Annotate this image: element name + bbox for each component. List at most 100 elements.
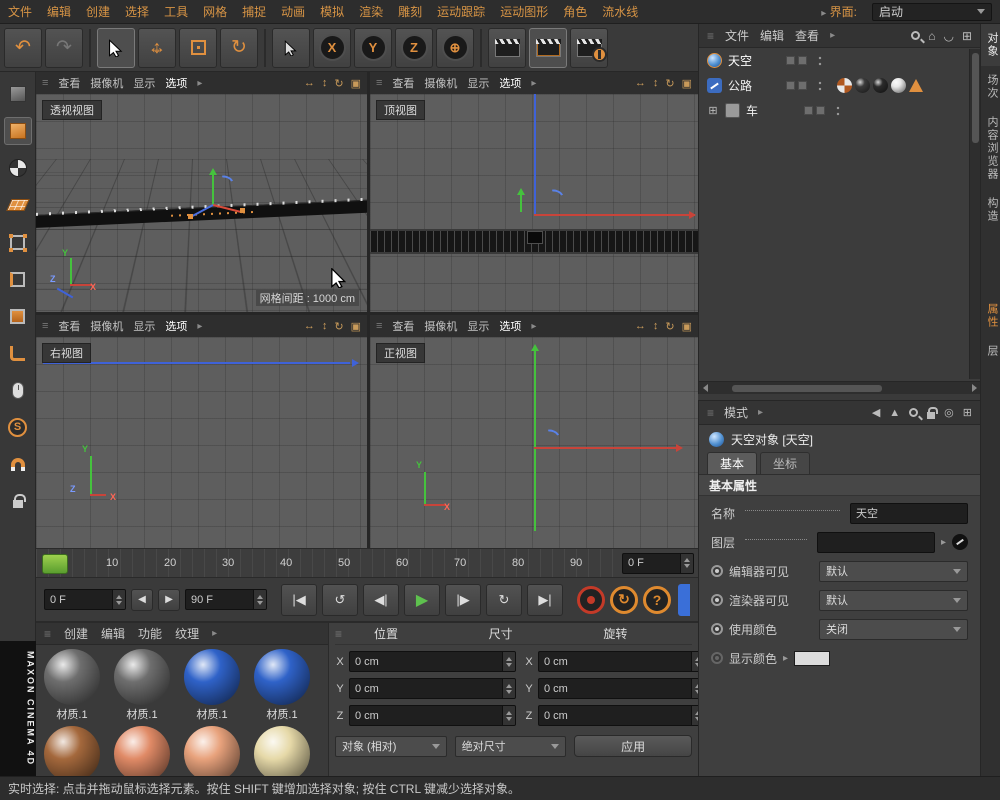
start-frame-field[interactable] [44,589,126,610]
viewport-menu-camera[interactable]: 摄像机 [90,318,123,334]
layout-grid-icon[interactable]: ⊞ [962,29,972,43]
checker-material-tag-icon[interactable] [837,78,852,93]
gizmo-rotation-handle[interactable] [542,427,561,444]
layout-grid-icon[interactable]: ⊞ [963,406,972,419]
keyframe-radio-icon[interactable] [711,565,723,577]
texture-mode-button[interactable] [4,154,32,182]
object-name[interactable]: 天空 [728,52,774,69]
edges-mode-button[interactable] [4,265,32,293]
cone-tag-icon[interactable] [909,79,923,92]
viewport-menu-options[interactable]: 选项 [165,75,187,91]
undo-button[interactable]: ↶ [4,28,42,68]
range-next-button[interactable]: ◀ [158,589,180,611]
viewport-pan-icon[interactable]: ↔ [635,77,646,90]
material-menu-edit[interactable]: 编辑 [101,625,125,642]
layer-browser-icon[interactable] [952,534,968,550]
menu-overflow-icon[interactable]: ▸ [758,407,763,418]
scale-tool-button[interactable] [179,28,217,68]
play-button[interactable]: ▶ [404,584,440,616]
visibility-dots[interactable] [835,105,841,117]
size-mode-dropdown[interactable]: 绝对尺寸 [455,736,567,757]
panel-handle-icon[interactable]: ≡ [376,320,382,332]
keyframe-radio-icon[interactable] [711,652,723,664]
display-color-expand-icon[interactable]: ▸ [783,653,788,664]
material-tag-icon[interactable] [891,78,906,93]
keyframe-radio-icon[interactable] [711,594,723,606]
layer-toggle-squares[interactable] [786,56,807,65]
viewport-pan-icon[interactable]: ↔ [304,77,315,90]
viewport-menu-display[interactable]: 显示 [467,318,489,334]
viewport-maximize-icon[interactable]: ▣ [351,77,361,90]
material-tag-icon[interactable] [855,78,870,93]
menu-create[interactable]: 创建 [86,3,110,20]
workplane-mode-button[interactable] [4,191,32,219]
tab-takes[interactable]: 场次 [981,66,1000,108]
display-color-swatch[interactable] [794,651,830,666]
menu-mesh[interactable]: 网格 [203,3,227,20]
redo-button[interactable]: ↷ [45,28,83,68]
polygons-mode-button[interactable] [4,302,32,330]
tweak-mode-button[interactable] [4,376,32,404]
filter-icon[interactable]: ◡ [943,29,953,43]
render-picture-viewer-button[interactable] [529,28,567,68]
autokey-button[interactable]: ↻ [610,586,638,614]
viewport-maximize-icon[interactable]: ▣ [682,77,692,90]
material-item[interactable] [250,726,314,776]
menu-character[interactable]: 角色 [563,3,587,20]
goto-end-button[interactable]: ▶| [527,584,563,616]
menu-select[interactable]: 选择 [125,3,149,20]
material-item[interactable] [110,726,174,776]
material-item[interactable]: 材质.1 [110,649,174,722]
use-color-dropdown[interactable]: 关闭 [819,619,968,640]
object-name[interactable]: 车 [746,102,792,119]
viewport-zoom-icon[interactable]: ↕ [322,320,328,333]
material-preview-sphere[interactable] [114,649,170,705]
size-x-field[interactable] [538,651,705,672]
material-preview-sphere[interactable] [44,726,100,776]
viewport-zoom-icon[interactable]: ↕ [653,320,659,333]
target-icon[interactable]: ◎ [944,406,954,419]
menu-animate[interactable]: 动画 [281,3,305,20]
viewport-canvas-front[interactable]: 正视图 Y X [370,337,698,548]
spinner[interactable] [253,590,266,609]
material-item[interactable] [40,726,104,776]
pos-z-input[interactable] [350,710,502,722]
om-menu-edit[interactable]: 编辑 [760,27,784,44]
size-x-input[interactable] [539,656,691,668]
viewport-pan-icon[interactable]: ↔ [304,320,315,333]
menu-overflow-icon[interactable]: ▸ [821,8,826,19]
gizmo-handle[interactable] [188,214,193,219]
road-object-icon[interactable] [707,78,722,93]
history-back-icon[interactable]: ◀ [872,406,880,419]
viewport-menu-options[interactable]: 选项 [165,318,187,334]
object-axis-gizmo[interactable] [182,168,252,232]
expand-icon[interactable]: ⊞ [707,104,719,117]
keyframe-radio-icon[interactable] [711,623,723,635]
om-menu-file[interactable]: 文件 [725,27,749,44]
end-frame-field[interactable] [185,589,267,610]
menu-motion-tracker[interactable]: 运动跟踪 [437,3,485,20]
viewport-menu-camera[interactable]: 摄像机 [424,75,457,91]
object-row-sky[interactable]: 天空 [699,48,980,73]
viewport-canvas-perspective[interactable]: 透视视图 Y X Z [36,94,367,312]
name-field[interactable] [850,503,968,524]
current-frame-field[interactable] [622,553,694,574]
viewport-rotate-icon[interactable]: ↻ [665,77,674,90]
search-icon[interactable] [909,408,918,417]
material-tag-icon[interactable] [873,78,888,93]
move-tool-button[interactable]: ↔↕ [138,28,176,68]
viewport-menu-view[interactable]: 查看 [58,75,80,91]
material-preview-sphere[interactable] [44,649,100,705]
pos-y-input[interactable] [350,683,502,695]
menu-overflow-icon[interactable]: ▸ [197,321,202,332]
viewport-rotate-icon[interactable]: ↻ [665,320,674,333]
record-keyframe-button[interactable] [577,586,605,614]
scroll-right-icon[interactable] [972,384,977,392]
size-y-field[interactable] [538,678,705,699]
material-preview-sphere[interactable] [114,726,170,776]
material-preview-sphere[interactable] [254,649,310,705]
gizmo-rotation-handle[interactable] [216,173,235,190]
material-menu-function[interactable]: 功能 [138,625,162,642]
menu-sculpt[interactable]: 雕刻 [398,3,422,20]
spinner[interactable] [680,554,693,573]
